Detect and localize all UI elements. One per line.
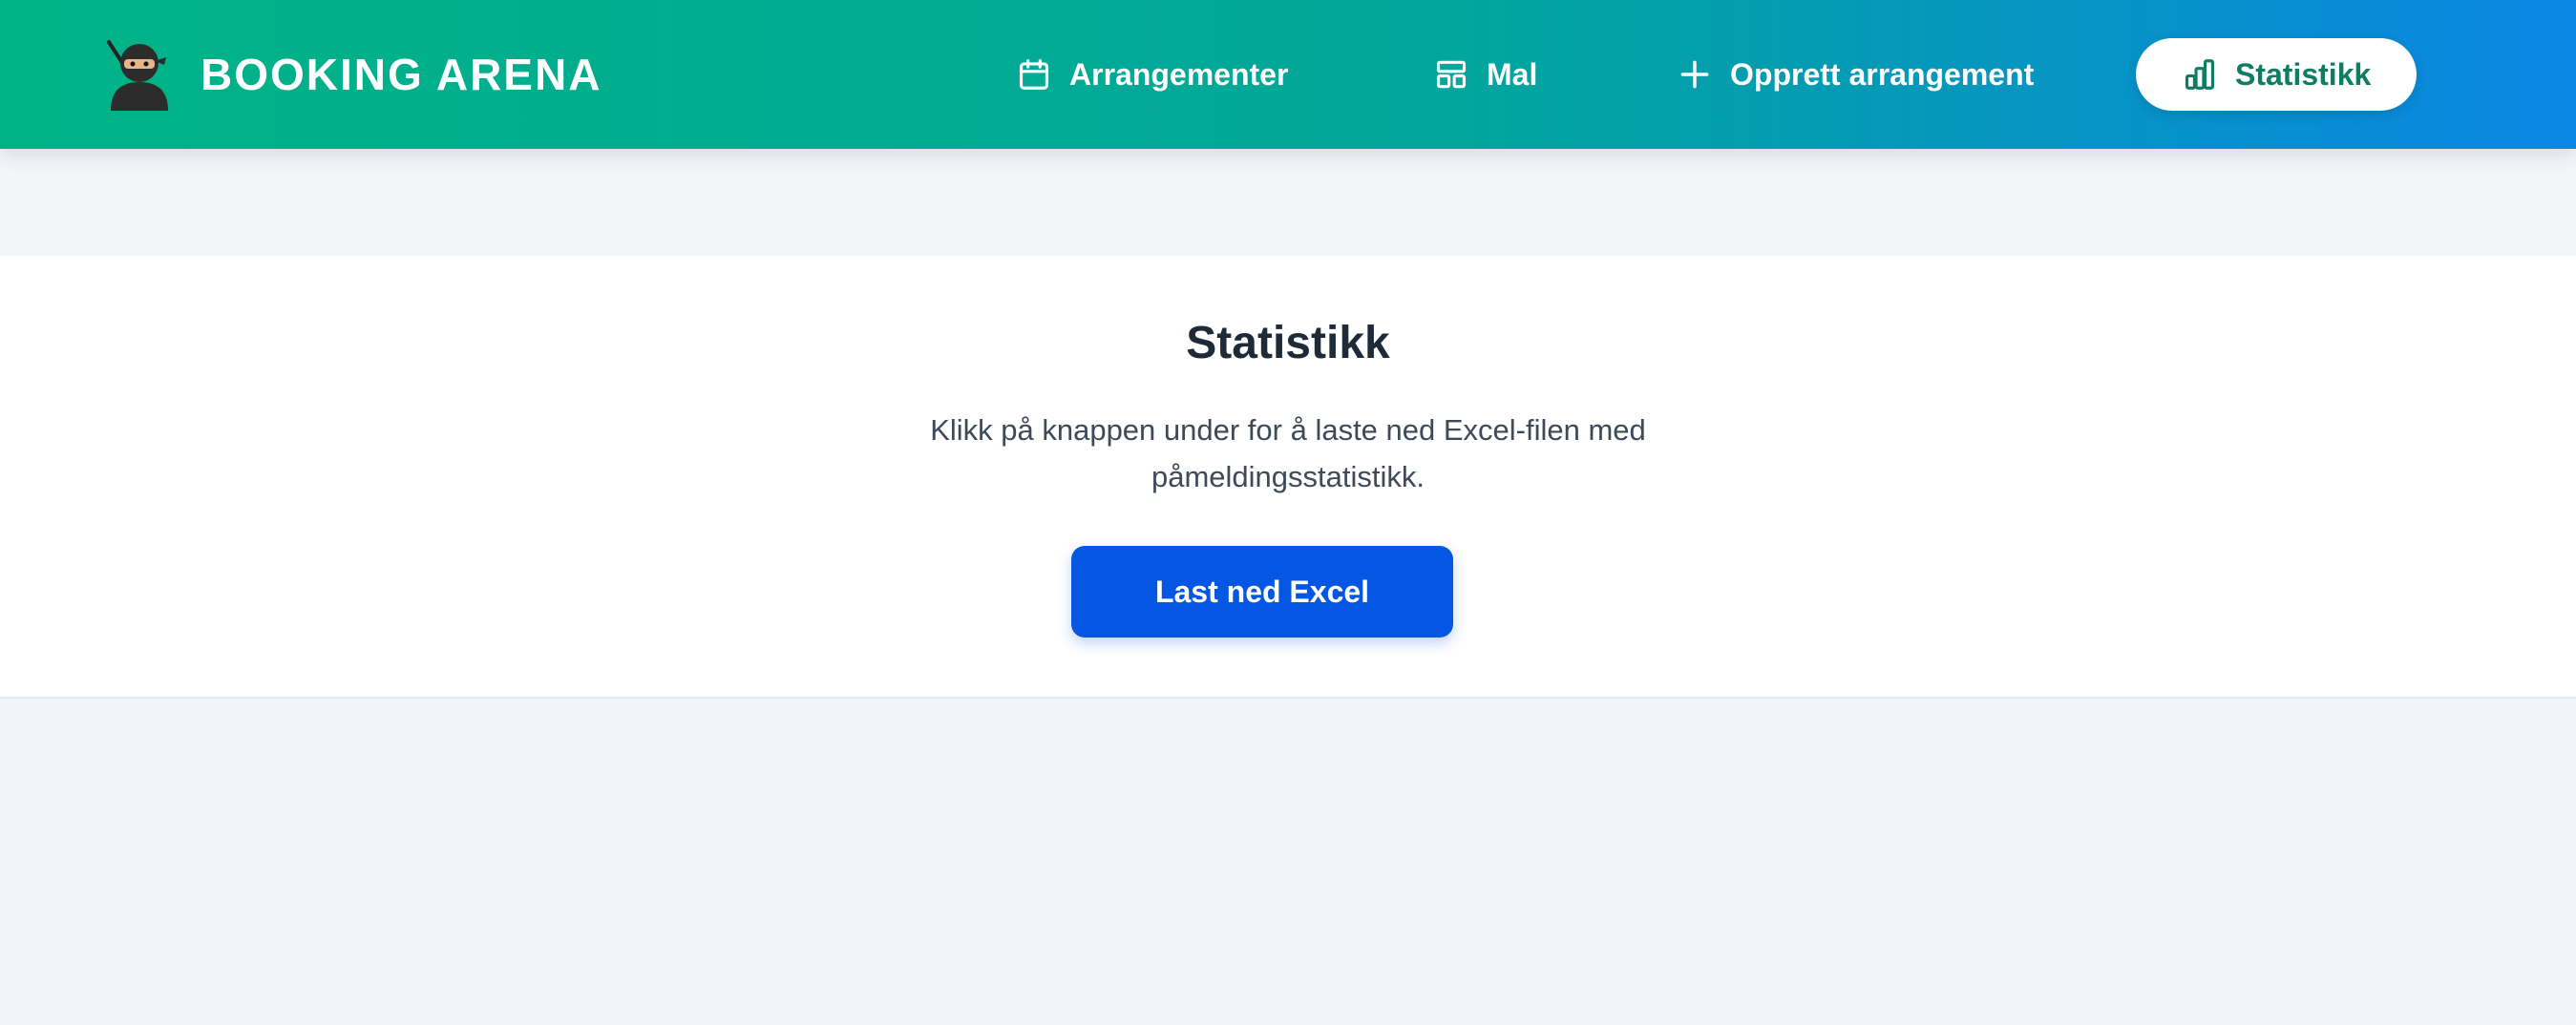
statistics-card: Statistikk Klikk på knappen under for å … xyxy=(0,256,2576,699)
nav-item-create-event-label: Opprett arrangement xyxy=(1730,56,2035,92)
nav-item-events-label: Arrangementer xyxy=(1069,56,1289,92)
layout-template-icon xyxy=(1436,60,1467,89)
ninja-icon xyxy=(107,40,168,111)
nav-item-create-event[interactable]: Opprett arrangement xyxy=(1677,38,2034,111)
page-description: Klikk på knappen under for å laste ned E… xyxy=(930,413,1646,493)
nav-item-statistics[interactable]: Statistikk xyxy=(2136,38,2418,111)
brand[interactable]: BOOKING ARENA xyxy=(101,36,602,113)
bar-chart-icon xyxy=(2185,59,2215,90)
nav-item-templates-label: Mal xyxy=(1487,56,1538,92)
nav-item-templates[interactable]: Mal xyxy=(1433,38,1537,111)
plus-icon xyxy=(1680,60,1709,89)
page-title: Statistikk xyxy=(1186,318,1390,368)
calendar-icon xyxy=(1019,59,1049,90)
download-excel-button[interactable]: Last ned Excel xyxy=(1071,546,1453,638)
nav-item-events[interactable]: Arrangementer xyxy=(1016,38,1288,111)
brand-title: BOOKING ARENA xyxy=(201,50,602,99)
nav-item-statistics-label: Statistikk xyxy=(2235,56,2372,92)
page-spacer xyxy=(0,149,2576,256)
top-navigation-bar: BOOKING ARENA Arrangementer Mal Opprett … xyxy=(0,0,2576,149)
